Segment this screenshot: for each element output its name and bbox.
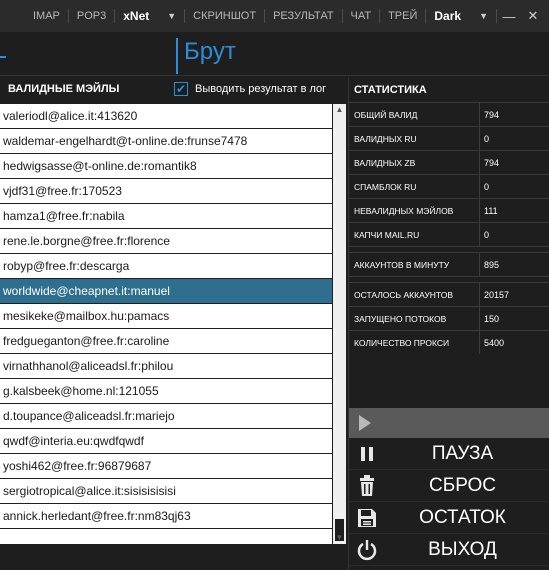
pause-icon (349, 446, 385, 462)
stat-row: НЕВАЛИДНЫХ МЭЙЛОВ 111 (349, 198, 549, 222)
chevron-down-icon: ▼ (167, 11, 177, 21)
list-item[interactable]: rene.le.borgne@free.fr:florence (0, 229, 332, 254)
list-item[interactable]: sergiotropical@alice.it:sisisisisisi (0, 479, 332, 504)
start-button[interactable] (349, 408, 549, 438)
top-menu-bar: IMAP POP3 xNet ▼ СКРИНШОТ РЕЗУЛЬТАТ ЧАТ … (0, 0, 549, 32)
stat-label: КАПЧИ MAIL.RU (349, 223, 480, 246)
list-item[interactable]: worldwide@cheapnet.it:manuel (0, 279, 332, 304)
exit-button[interactable]: ВЫХОД (349, 534, 549, 566)
list-item[interactable]: d.toupance@aliceadsl.fr:mariejo (0, 404, 332, 429)
stat-row: ЗАПУЩЕНО ПОТОКОВ 150 (349, 306, 549, 330)
log-output-checkbox[interactable]: ✔ (174, 82, 188, 96)
list-item[interactable]: valeriodl@alice.it:413620 (0, 104, 332, 129)
theme-select-value: Dark (434, 9, 462, 23)
app-select[interactable]: xNet ▼ (115, 9, 186, 23)
list-item[interactable]: virnathhanol@aliceadsl.fr:philou (0, 354, 332, 379)
menu-imap[interactable]: IMAP (25, 9, 69, 23)
stat-value: 0 (484, 134, 490, 144)
stat-value: 0 (484, 182, 490, 192)
list-item[interactable]: hedwigsasse@t-online.de:romantik8 (0, 154, 332, 179)
valid-mails-header: ВАЛИДНЫЕ МЭЙЛЫ ✔ Выводить результат в ло… (0, 78, 346, 100)
exit-label: ВЫХОД (428, 538, 497, 560)
menu-pop3[interactable]: POP3 (69, 9, 116, 23)
stat-value: 150 (484, 314, 500, 324)
valid-mails-panel: ВАЛИДНЫЕ МЭЙЛЫ ✔ Выводить результат в ло… (0, 78, 346, 570)
reset-label: СБРОС (429, 474, 496, 496)
list-scrollbar[interactable]: ▲ ▼ (333, 104, 346, 544)
check-icon: ✔ (175, 82, 187, 96)
log-output-label: Выводить результат в лог (195, 83, 327, 95)
list-item[interactable]: yoshi462@free.fr:96879687 (0, 454, 332, 479)
page-header: Брут (0, 32, 549, 76)
page-title: Брут (184, 38, 236, 65)
statistics-panel: СТАТИСТИКА ОБЩИЙ ВАЛИД 794 ВАЛИДНЫХ RU 0 ВАЛ… (348, 78, 549, 570)
list-footer (0, 544, 346, 570)
stat-value: 794 (484, 158, 500, 168)
stats-group: АККАУНТОВ В МИНУТУ 895 (349, 252, 549, 276)
stat-label: КОЛИЧЕСТВО ПРОКСИ (349, 331, 480, 354)
minimize-button[interactable]: — (497, 9, 521, 24)
header-divider (176, 38, 178, 74)
tab-edge-icon (0, 56, 6, 58)
play-icon (359, 415, 371, 431)
stat-label: ОБЩИЙ ВАЛИД (349, 103, 480, 126)
list-item[interactable]: qwdf@interia.eu:qwdfqwdf (0, 429, 332, 454)
trash-icon (349, 474, 385, 497)
stat-label: СПАМБЛОК RU (349, 175, 480, 198)
stat-label: АККАУНТОВ В МИНУТУ (349, 253, 480, 276)
stats-group: ОБЩИЙ ВАЛИД 794 ВАЛИДНЫХ RU 0 ВАЛИДНЫХ ZB 794… (349, 102, 549, 246)
statistics-title: СТАТИСТИКА (354, 84, 427, 96)
scroll-down-icon[interactable]: ▼ (333, 532, 346, 544)
stat-value: 20157 (484, 290, 510, 300)
stat-label: ВАЛИДНЫХ ZB (349, 151, 480, 174)
list-item[interactable]: robyp@free.fr:descarga (0, 254, 332, 279)
stat-row: ВАЛИДНЫХ RU 0 (349, 126, 549, 150)
stat-row: СПАМБЛОК RU 0 (349, 174, 549, 198)
previous-tab-edge[interactable] (0, 38, 8, 70)
chevron-down-icon: ▼ (479, 11, 488, 21)
list-item[interactable]: hamza1@free.fr:nabila (0, 204, 332, 229)
stat-label: НЕВАЛИДНЫХ МЭЙЛОВ (349, 199, 480, 222)
save-icon (349, 508, 385, 528)
stat-value: 5400 (484, 338, 505, 348)
scroll-up-icon[interactable]: ▲ (333, 104, 346, 116)
stat-row: ОСТАЛОСЬ АККАУНТОВ 20157 (349, 282, 549, 306)
stat-row: АККАУНТОВ В МИНУТУ 895 (349, 252, 549, 276)
list-item[interactable]: waldemar-engelhardt@t-online.de:frunse74… (0, 129, 332, 154)
menu-screenshot[interactable]: СКРИНШОТ (185, 9, 266, 23)
menu-result[interactable]: РЕЗУЛЬТАТ (265, 9, 343, 23)
valid-mails-label: ВАЛИДНЫЕ МЭЙЛЫ (8, 83, 120, 95)
stat-label: ВАЛИДНЫХ RU (349, 127, 480, 150)
stat-label: ОСТАЛОСЬ АККАУНТОВ (349, 283, 480, 306)
pause-button[interactable]: ПАУЗА (349, 438, 549, 470)
list-item[interactable]: vjdf31@free.fr:170523 (0, 179, 332, 204)
stat-row: КОЛИЧЕСТВО ПРОКСИ 5400 (349, 330, 549, 354)
stat-row: ВАЛИДНЫХ ZB 794 (349, 150, 549, 174)
list-item[interactable]: mesikeke@mailbox.hu:pamacs (0, 304, 332, 329)
stats-group: ОСТАЛОСЬ АККАУНТОВ 20157 ЗАПУЩЕНО ПОТОКОВ 1… (349, 282, 549, 354)
control-buttons: ПАУЗА СБРОС ОСТАТОК ВЫХОД (349, 408, 549, 566)
theme-select[interactable]: Dark ▼ (426, 9, 497, 23)
reset-button[interactable]: СБРОС (349, 470, 549, 502)
stat-value: 0 (484, 230, 490, 240)
menu-tray[interactable]: ТРЕЙ (380, 9, 427, 23)
list-item[interactable]: annick.herledant@free.fr:nm83qj63 (0, 504, 332, 529)
stat-value: 794 (484, 110, 500, 120)
menu-chat[interactable]: ЧАТ (343, 9, 381, 23)
app-select-value: xNet (123, 9, 150, 23)
stat-row: КАПЧИ MAIL.RU 0 (349, 222, 549, 246)
pause-label: ПАУЗА (431, 442, 494, 464)
list-item[interactable]: g.kalsbeek@home.nl:121055 (0, 379, 332, 404)
remainder-button[interactable]: ОСТАТОК (349, 502, 549, 534)
remainder-label: ОСТАТОК (419, 506, 506, 528)
close-button[interactable]: ✕ (521, 8, 545, 24)
stat-value: 111 (484, 206, 498, 216)
stat-row: ОБЩИЙ ВАЛИД 794 (349, 102, 549, 126)
power-icon (349, 539, 385, 561)
stat-value: 895 (484, 260, 500, 270)
stat-label: ЗАПУЩЕНО ПОТОКОВ (349, 307, 480, 330)
valid-mails-list[interactable]: valeriodl@alice.it:413620 waldemar-engelh… (0, 104, 332, 544)
list-item[interactable]: fredgueganton@free.fr:caroline (0, 329, 332, 354)
